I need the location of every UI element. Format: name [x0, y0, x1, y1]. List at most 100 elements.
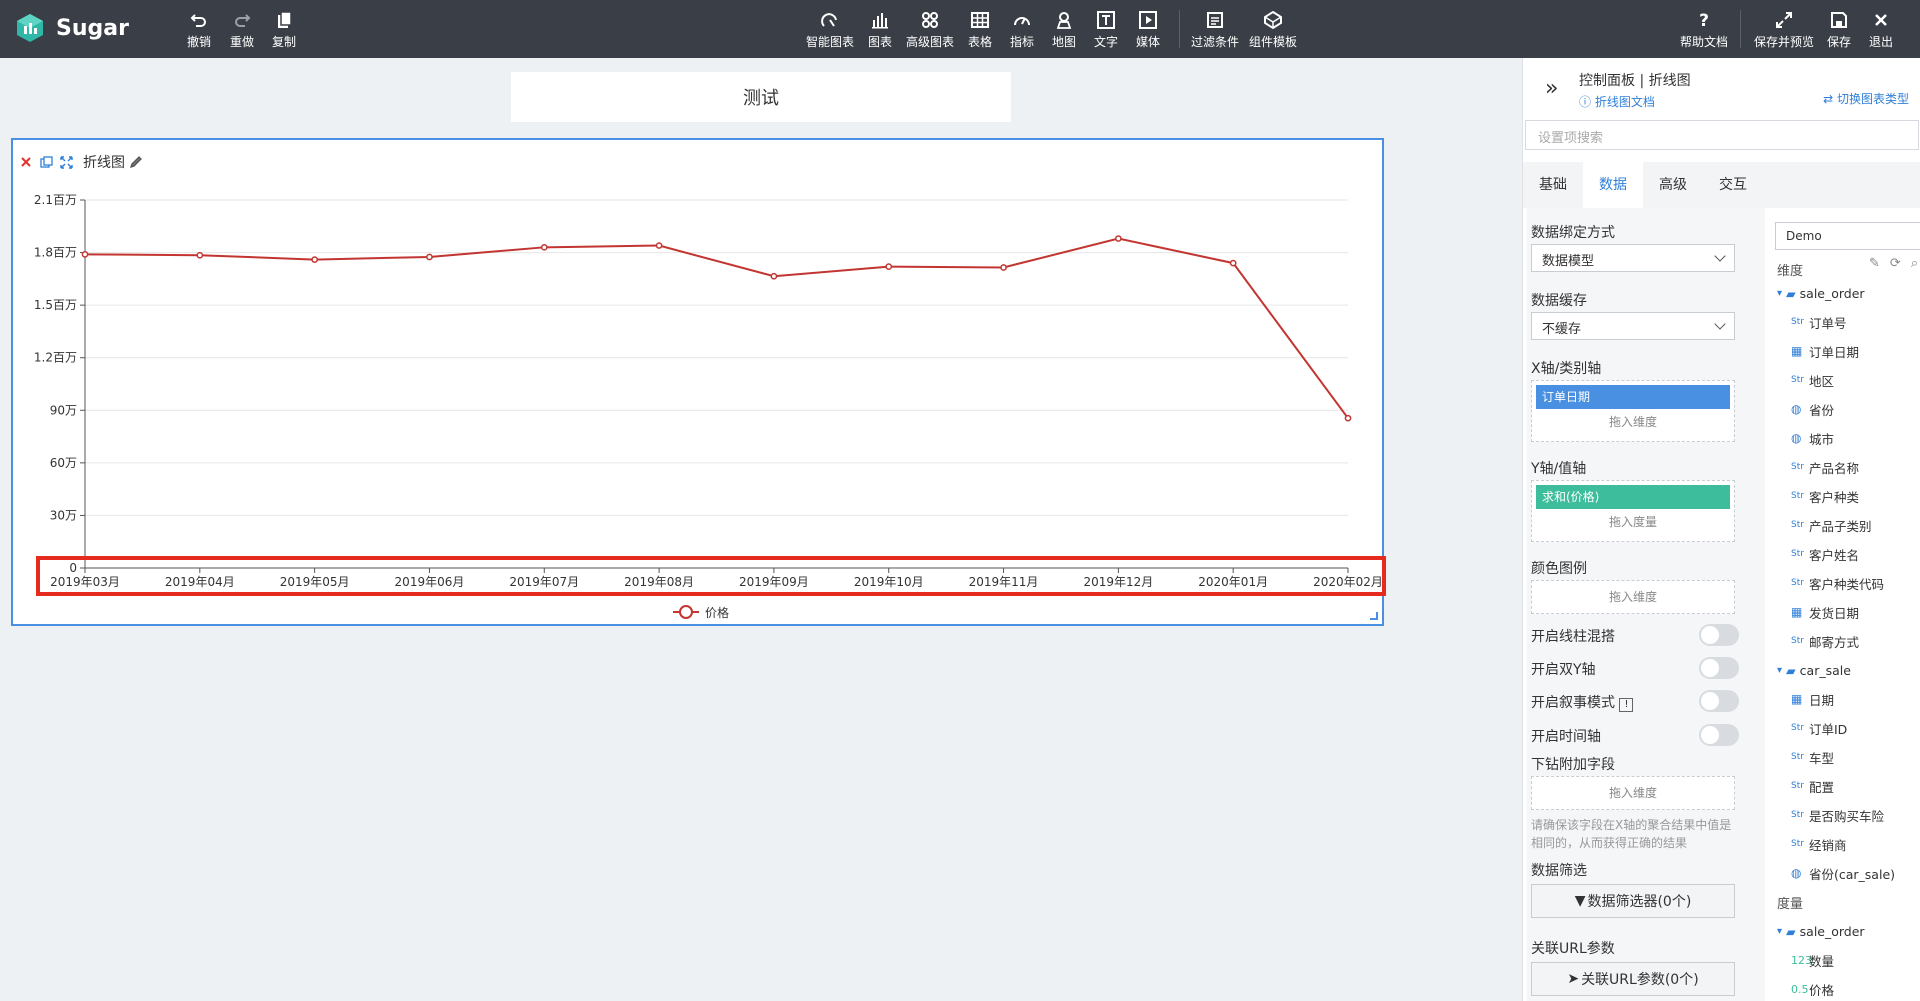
component-icon	[1264, 10, 1282, 30]
measure-group[interactable]: ▾ ▰ sale_order	[1777, 920, 1865, 942]
chart-button[interactable]: 图表	[868, 10, 892, 50]
dual-y-toggle[interactable]	[1699, 657, 1739, 679]
data-point	[1344, 414, 1352, 422]
field-item[interactable]: Str 产品子类别	[1791, 514, 1872, 536]
tab-basic[interactable]: 基础	[1523, 162, 1583, 208]
field-item[interactable]: Str 订单ID	[1791, 717, 1847, 739]
field-item[interactable]: ◍ 省份	[1791, 398, 1834, 420]
chart-doc-link[interactable]: ⓘ 折线图文档	[1579, 93, 1655, 110]
copy-button[interactable]: 复制	[272, 10, 296, 50]
field-name: 订单号	[1809, 315, 1847, 331]
field-item[interactable]: ▦ 订单日期	[1791, 340, 1859, 362]
indicator-button[interactable]: 指标	[1010, 10, 1034, 50]
legend-marker	[679, 605, 693, 619]
field-item[interactable]: Str 订单号	[1791, 311, 1847, 333]
edit-pencil-icon[interactable]	[129, 155, 143, 169]
resize-handle[interactable]	[1370, 612, 1378, 620]
field-name: 价格	[1809, 982, 1835, 998]
field-name: 客户种类	[1809, 489, 1860, 505]
info-icon[interactable]: !	[1619, 698, 1634, 712]
smart-chart-button[interactable]: 智能图表	[806, 10, 854, 50]
url-params-button[interactable]: ➤ 关联URL参数(0个)	[1531, 962, 1735, 996]
save-preview-button[interactable]: 保存并预览	[1754, 10, 1814, 50]
refresh-icon[interactable]: ⟳	[1890, 256, 1901, 271]
line-chart-card[interactable]: 0 30万 60万 90万 1.2百万 1.5百万 1.8百万 2.1百万 2019年03月 20…	[11, 138, 1384, 626]
measure-item[interactable]: 0.5 价格	[1791, 978, 1834, 1000]
narrative-toggle[interactable]	[1699, 690, 1739, 712]
tab-data[interactable]: 数据	[1583, 162, 1643, 208]
filter-button[interactable]: 过滤条件	[1191, 10, 1239, 50]
edit-icon[interactable]: ✎	[1869, 256, 1880, 271]
x-axis-drop-hint: 拖入维度	[1608, 415, 1657, 429]
y-axis-field-chip[interactable]: 求和(价格)	[1536, 485, 1730, 509]
field-item[interactable]: ◍ 省份(car_sale)	[1791, 862, 1895, 884]
field-item[interactable]: Str 车型	[1791, 746, 1834, 768]
drill-drop-zone[interactable]: 拖入维度	[1531, 776, 1735, 810]
group-name: sale_order	[1799, 285, 1865, 301]
component-template-button[interactable]: 组件模板	[1249, 10, 1297, 50]
collapse-panel-icon[interactable]: »	[1545, 76, 1558, 101]
dashboard-title[interactable]: 测试	[511, 72, 1011, 122]
tab-advanced[interactable]: 高级	[1643, 162, 1703, 208]
string-type-icon: Str	[1791, 520, 1804, 530]
y-tick-label: 60万	[50, 456, 77, 470]
line-bar-mix-toggle[interactable]	[1699, 624, 1739, 646]
narrative-label: 开启叙事模式 !	[1531, 692, 1634, 712]
save-button[interactable]: 保存	[1827, 10, 1851, 50]
field-name: 产品名称	[1809, 460, 1860, 476]
field-item[interactable]: Str 经销商	[1791, 833, 1847, 855]
data-filter-button-label: 数据筛选器(0个)	[1587, 894, 1692, 910]
exit-button[interactable]: 退出	[1869, 10, 1893, 50]
field-item[interactable]: ◍ 城市	[1791, 427, 1834, 449]
table-button[interactable]: 表格	[968, 10, 992, 50]
field-item[interactable]: Str 配置	[1791, 775, 1834, 797]
measure-item[interactable]: 123 数量	[1791, 949, 1834, 971]
field-item[interactable]: Str 客户种类	[1791, 485, 1859, 507]
datasource-select[interactable]: Demo	[1775, 222, 1920, 250]
field-item[interactable]: ▦ 日期	[1791, 688, 1834, 710]
map-button[interactable]: 地图	[1052, 10, 1076, 50]
x-axis-field-chip[interactable]: 订单日期	[1536, 385, 1730, 409]
field-group[interactable]: ▾ ▰ sale_order	[1777, 282, 1865, 304]
field-item[interactable]: ▦ 发货日期	[1791, 601, 1859, 623]
search-icon[interactable]: ⌕	[1911, 256, 1918, 271]
settings-search-input[interactable]: 设置项搜索	[1525, 120, 1919, 150]
x-axis-drop-zone[interactable]: 订单日期 拖入维度	[1531, 380, 1735, 442]
field-item[interactable]: Str 客户姓名	[1791, 543, 1859, 565]
field-item[interactable]: Str 客户种类代码	[1791, 572, 1884, 594]
delete-icon[interactable]	[19, 155, 33, 169]
redo-button[interactable]: 重做	[230, 10, 254, 50]
data-point	[1229, 259, 1237, 267]
chevron-down-icon: ▾	[1777, 925, 1783, 937]
dimension-tools: ✎ ⟳ ⌕	[1869, 256, 1918, 271]
color-legend-drop-zone[interactable]: 拖入维度	[1531, 580, 1735, 614]
field-item[interactable]: Str 产品名称	[1791, 456, 1859, 478]
fullscreen-icon[interactable]	[59, 155, 73, 169]
binding-select[interactable]: 数据模型	[1531, 244, 1735, 272]
time-axis-toggle[interactable]	[1699, 724, 1739, 746]
toolbar-divider	[1179, 10, 1180, 48]
data-filter-button[interactable]: ▼ 数据筛选器(0个)	[1531, 884, 1735, 918]
help-button[interactable]: ? 帮助文档	[1680, 10, 1728, 50]
duplicate-icon[interactable]	[39, 155, 53, 169]
time-axis-label: 开启时间轴	[1531, 729, 1601, 745]
data-settings-column: 数据绑定方式 数据模型 数据缓存 不缓存 X轴/类别轴 订单日期 拖入维度 Y轴…	[1527, 208, 1765, 1001]
switch-chart-type-link[interactable]: ⇄ 切换图表类型	[1823, 90, 1909, 107]
y-axis-drop-zone[interactable]: 求和(价格) 拖入度量	[1531, 480, 1735, 542]
field-item[interactable]: Str 邮寄方式	[1791, 630, 1859, 652]
field-group[interactable]: ▾ ▰ car_sale	[1777, 659, 1851, 681]
field-item[interactable]: Str 是否购买车险	[1791, 804, 1884, 826]
text-button[interactable]: 文字	[1094, 10, 1118, 50]
field-name: 客户种类代码	[1809, 576, 1885, 592]
app-logo[interactable]: Sugar	[14, 12, 129, 44]
field-name: 数量	[1809, 953, 1835, 969]
undo-label: 撤销	[187, 35, 212, 49]
y-axis-label: Y轴/值轴	[1531, 461, 1587, 477]
string-type-icon: Str	[1791, 549, 1804, 559]
cache-select[interactable]: 不缓存	[1531, 312, 1735, 340]
tab-interaction[interactable]: 交互	[1703, 162, 1763, 208]
undo-button[interactable]: 撤销	[187, 10, 211, 50]
media-button[interactable]: 媒体	[1136, 10, 1160, 50]
advanced-chart-button[interactable]: 高级图表	[906, 10, 954, 50]
field-item[interactable]: Str 地区	[1791, 369, 1834, 391]
